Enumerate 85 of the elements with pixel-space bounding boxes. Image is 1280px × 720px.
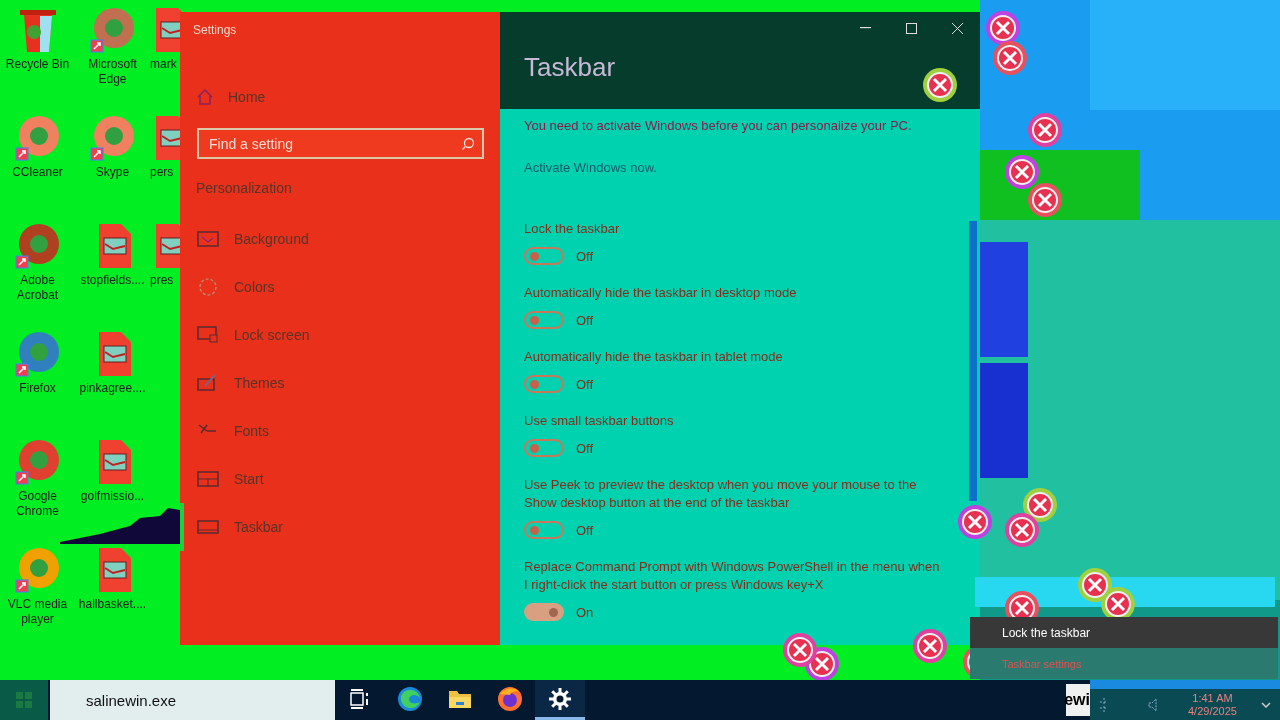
close-icon[interactable] <box>951 22 963 34</box>
setting-label: Use Peek to preview the desktop when you move your mouse to the Show desktop button at the end of the taskbar <box>524 476 918 512</box>
page-title: Taskbar <box>523 52 617 83</box>
error-icon <box>957 504 993 540</box>
search-field[interactable]: Find a setting <box>197 128 484 159</box>
scrollbar[interactable] <box>969 221 977 501</box>
browser-icon <box>397 685 423 712</box>
network-icon[interactable] <box>1100 697 1108 712</box>
taskbar-search-field[interactable]: salinewin.exe <box>50 680 335 720</box>
firefox-icon <box>497 685 523 712</box>
clock-date[interactable]: 4/29/2025 <box>1188 704 1237 718</box>
error-icon <box>1077 567 1113 603</box>
activate-link[interactable]: Activate Windows now. <box>524 160 657 175</box>
icon-label[interactable]: mark <box>150 57 177 72</box>
icon-label[interactable]: pinkagree.... <box>79 381 146 396</box>
toggle-switch[interactable] <box>524 375 564 393</box>
icon-label[interactable]: pers <box>150 165 174 180</box>
app-shortcut-icon <box>13 222 62 270</box>
icon-label[interactable]: Adobe Acrobat <box>0 273 75 303</box>
palette-icon <box>198 277 218 297</box>
start-button[interactable] <box>0 680 48 720</box>
toggle-switch[interactable] <box>524 439 564 457</box>
monitor-brush-icon <box>197 374 219 392</box>
app-shortcut-icon <box>13 114 62 162</box>
icon-label[interactable]: Firefox <box>19 381 56 396</box>
setting-label: Automatically hide the taskbar in desktop mode <box>524 284 798 302</box>
icon-label[interactable]: stopfields.... <box>80 273 145 288</box>
minimize-icon[interactable] <box>859 27 871 29</box>
maximize-icon[interactable] <box>905 22 917 34</box>
menu-item[interactable]: Lock the taskbar <box>970 617 1278 648</box>
error-icon <box>1004 154 1040 190</box>
taskbar-button[interactable] <box>535 680 585 720</box>
error-icon <box>912 628 948 664</box>
icon-label[interactable]: Skype <box>95 165 130 180</box>
app-shortcut-icon <box>88 114 137 162</box>
error-icon <box>782 632 818 668</box>
toggle-switch[interactable] <box>524 311 564 329</box>
windows-logo-icon <box>16 692 32 708</box>
section-heading: Personalization <box>195 180 293 198</box>
error-icon <box>1027 112 1063 148</box>
toggle-switch[interactable] <box>524 247 564 265</box>
error-icon <box>992 40 1028 76</box>
setting-label: Use small taskbar buttons <box>524 412 675 430</box>
chevron-icon[interactable] <box>1260 701 1271 708</box>
icon-label[interactable]: Recycle Bin <box>5 57 70 72</box>
activation-notice: You need to activate Windows before you can personalize your PC. <box>524 117 913 135</box>
app-shortcut-icon <box>13 546 62 594</box>
setting-label: Automatically hide the taskbar in tablet mode <box>524 348 784 366</box>
toggle-state: On <box>576 604 594 620</box>
icon-label[interactable]: hallbasket.... <box>78 597 147 612</box>
icon-label[interactable]: Microsoft Edge <box>75 57 150 87</box>
volume-icon[interactable] <box>1148 697 1160 712</box>
icon-label[interactable]: pres <box>150 273 174 288</box>
toggle-state: Off <box>576 312 594 328</box>
folder-icon <box>448 688 472 709</box>
taskbar-icon <box>197 520 219 534</box>
toggle-state: Off <box>576 440 594 456</box>
app-shortcut-icon <box>13 330 62 378</box>
home-icon <box>196 88 214 106</box>
icon-label[interactable]: golfmissio... <box>80 489 145 504</box>
monitor-lock-icon <box>197 326 219 344</box>
icon-label[interactable]: VLC media player <box>0 597 75 627</box>
toggle-switch[interactable] <box>524 521 564 539</box>
toggle-state: Off <box>576 522 594 538</box>
setting-label: Replace Command Prompt with Windows PowerShell in the menu when I right-click the start button or press Windows key+X <box>524 558 941 594</box>
task-view-icon <box>349 688 371 709</box>
clock-time[interactable]: 1:41 AM <box>1192 691 1233 705</box>
picture-frame-icon <box>197 231 219 247</box>
tiles-icon <box>197 471 219 487</box>
app-shortcut-icon <box>88 6 137 54</box>
error-icon <box>1004 512 1040 548</box>
error-icon <box>1027 182 1063 218</box>
icon-label[interactable]: CCleaner <box>12 165 63 180</box>
icon-label[interactable]: Google Chrome <box>0 489 75 519</box>
error-icon <box>1022 487 1058 523</box>
app-shortcut-icon <box>13 438 62 486</box>
error-icon <box>985 10 1021 46</box>
search-icon <box>461 137 475 151</box>
error-icon <box>922 67 958 103</box>
toggle-switch[interactable] <box>524 603 564 621</box>
setting-label: Lock the taskbar <box>524 220 621 238</box>
settings-icon <box>549 687 571 710</box>
toggle-state: Off <box>576 248 594 264</box>
toggle-state: Off <box>576 376 594 392</box>
window-title: Settings <box>192 22 238 39</box>
